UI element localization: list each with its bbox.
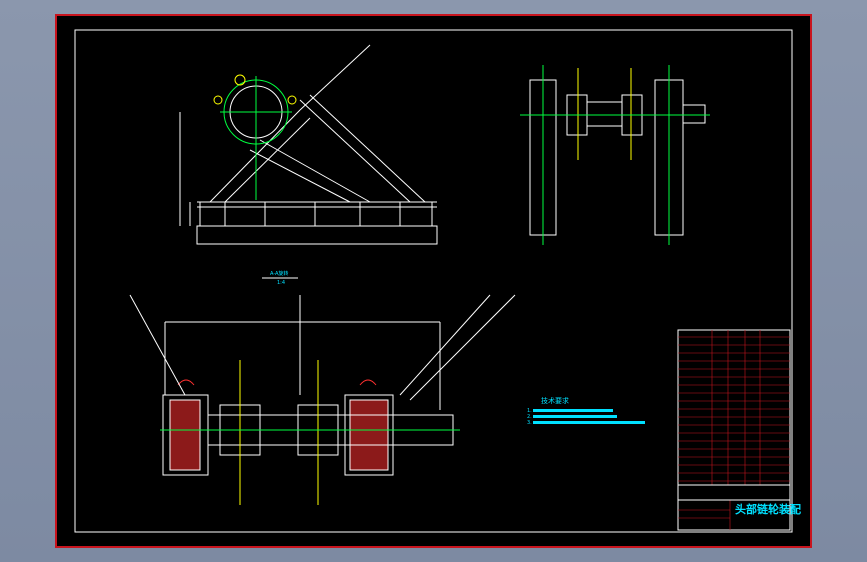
tech-requirements-heading: 技术要求 — [541, 396, 569, 405]
tech-requirements: 技术要求 1. 2. 3. — [527, 396, 645, 426]
section-label: A-A旋转 — [270, 270, 288, 277]
section-view — [129, 294, 516, 505]
tech-requirement-text-line — [533, 421, 645, 424]
drawing-title: 头部链轮装配 — [735, 502, 801, 516]
title-block: 头部链轮装配 — [677, 329, 801, 531]
cad-drawing: A-A旋转 1:4 技术要求 1. 2. 3. 头部链轮装配 — [74, 29, 801, 533]
tech-requirement-text-line — [533, 409, 613, 412]
section-scale: 1:4 — [277, 280, 285, 286]
side-view — [520, 65, 710, 245]
tech-requirement-text-line — [533, 415, 617, 418]
front-view — [179, 44, 438, 245]
tech-requirement: 3. — [527, 420, 532, 426]
